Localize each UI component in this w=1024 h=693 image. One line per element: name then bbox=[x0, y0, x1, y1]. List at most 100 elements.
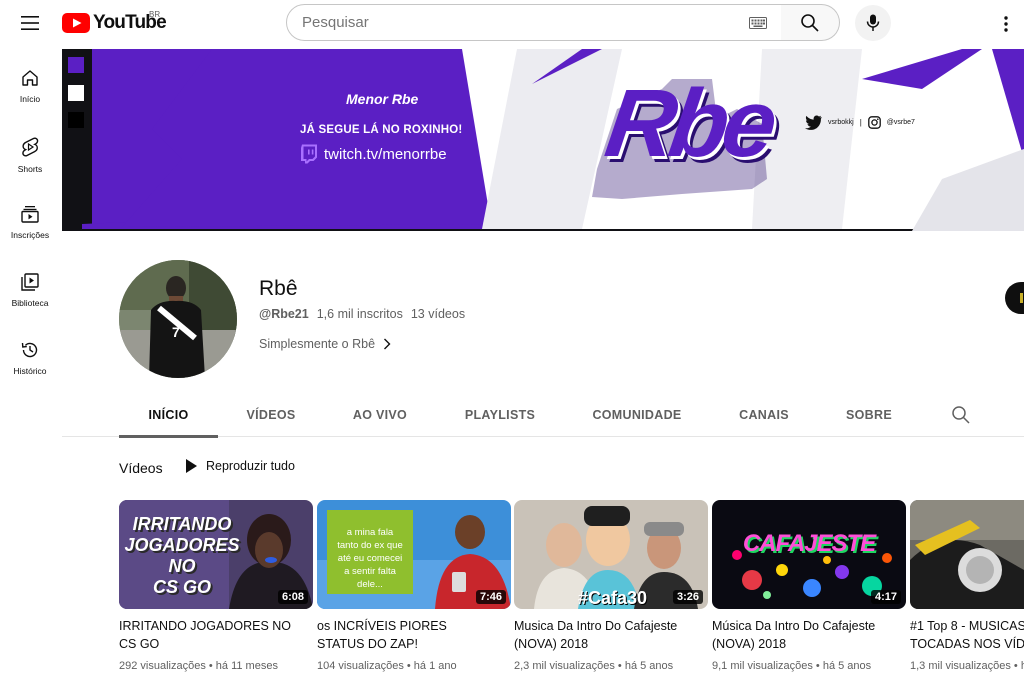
sidebar-item-label: Shorts bbox=[17, 164, 43, 174]
library-icon bbox=[21, 273, 39, 291]
sidebar-item-shorts[interactable]: Shorts bbox=[0, 124, 60, 192]
banner-twitter-handle: vsrbokkj bbox=[828, 119, 854, 126]
banner-big-logo: Rbe bbox=[599, 70, 778, 177]
subscriber-count: 1,6 mil inscritos bbox=[316, 307, 403, 321]
tab-community[interactable]: COMUNIDADE bbox=[582, 393, 692, 437]
video-card[interactable]: #Cafa30 3:26 Musica Da Intro Do Cafajest… bbox=[514, 500, 708, 672]
video-duration: 7:46 bbox=[475, 590, 506, 604]
search-icon bbox=[801, 13, 819, 32]
more-vertical-icon bbox=[1004, 16, 1008, 32]
tab-home[interactable]: INÍCIO bbox=[119, 393, 218, 438]
search-box bbox=[286, 4, 782, 41]
thumbnail-caption: #Cafa30 bbox=[578, 588, 648, 608]
play-all-button[interactable]: Reproduzir tudo bbox=[184, 458, 295, 474]
thumbnail-caption-line: a mina fala bbox=[346, 527, 394, 538]
tab-channels[interactable]: CANAIS bbox=[726, 393, 802, 437]
channel-meta: @Rbe21 1,6 mil inscritos 13 vídeos bbox=[259, 307, 465, 321]
video-card[interactable]: CAFAJESTE 4:17 Música Da Intro Do Cafaje… bbox=[712, 500, 906, 672]
channel-handle: @Rbe21 bbox=[259, 307, 309, 321]
video-thumbnail[interactable]: a mina fala tanto do ex que até eu comec… bbox=[317, 500, 511, 609]
twitter-icon bbox=[805, 115, 822, 130]
channel-tabs: INÍCIO VÍDEOS AO VIVO PLAYLISTS COMUNIDA… bbox=[62, 393, 1024, 438]
search-input[interactable] bbox=[302, 14, 742, 31]
sidebar-item-library[interactable]: Biblioteca bbox=[0, 260, 60, 328]
channel-banner: Menor Rbe JÁ SEGUE LÁ NO ROXINHO! twitch… bbox=[62, 49, 1024, 231]
channel-name: Rbê bbox=[259, 277, 298, 300]
banner-separator: | bbox=[859, 118, 862, 127]
video-meta: 292 visualizações • há 11 meses bbox=[119, 660, 278, 672]
video-thumbnail[interactable] bbox=[910, 500, 1024, 609]
mini-guide: Início Shorts Inscrições Biblioteca Hist… bbox=[0, 56, 60, 396]
shorts-icon bbox=[22, 137, 39, 157]
channel-description-link[interactable]: Simplesmente o Rbê bbox=[259, 337, 391, 351]
guide-menu-button[interactable] bbox=[14, 8, 46, 38]
search-button[interactable] bbox=[781, 4, 840, 41]
video-title[interactable]: Música Da Intro Do Cafajeste (NOVA) 2018 bbox=[712, 617, 906, 653]
channel-search-icon[interactable] bbox=[951, 405, 971, 425]
tab-playlists[interactable]: PLAYLISTS bbox=[452, 393, 548, 437]
keyboard-icon[interactable] bbox=[749, 17, 767, 29]
sidebar-item-label: Histórico bbox=[13, 366, 47, 376]
video-thumbnail[interactable]: IRRITANDO JOGADORES NO CS GO 6:08 bbox=[119, 500, 313, 609]
sidebar-item-subscriptions[interactable]: Inscrições bbox=[0, 192, 60, 260]
section-title: Vídeos bbox=[119, 460, 163, 476]
subscribe-button-edge bbox=[1020, 293, 1023, 303]
tab-about[interactable]: SOBRE bbox=[835, 393, 903, 437]
play-all-label: Reproduzir tudo bbox=[206, 459, 295, 473]
country-code: BR bbox=[149, 10, 161, 19]
masthead: YouTube BR bbox=[0, 0, 1024, 46]
sidebar-item-label: Biblioteca bbox=[11, 298, 49, 308]
sidebar-item-home[interactable]: Início bbox=[0, 56, 60, 124]
video-title[interactable]: #1 Top 8 - MUSICAS TOCADAS NOS VÍDE bbox=[910, 617, 1024, 653]
banner-twitch-link: twitch.tv/menorrbe bbox=[300, 144, 447, 164]
subscriptions-icon bbox=[21, 206, 39, 223]
video-duration: 4:17 bbox=[870, 590, 901, 604]
svg-text:7: 7 bbox=[172, 324, 180, 340]
play-icon bbox=[186, 459, 197, 473]
video-card[interactable]: #1 Top 8 - MUSICAS TOCADAS NOS VÍDE 1,3 … bbox=[910, 500, 1024, 672]
thumbnail-caption-line: a sentir falta bbox=[344, 566, 396, 577]
video-duration: 3:26 bbox=[672, 590, 703, 604]
voice-search-button[interactable] bbox=[855, 5, 891, 41]
thumbnail-caption-line: tanto do ex que bbox=[337, 540, 403, 551]
channel-description: Simplesmente o Rbê bbox=[259, 337, 376, 351]
thumbnail-caption-line: NO bbox=[168, 556, 196, 576]
thumbnail-caption-line: dele... bbox=[357, 579, 383, 590]
tab-videos[interactable]: VÍDEOS bbox=[232, 393, 310, 437]
video-meta: 104 visualizações • há 1 ano bbox=[317, 660, 457, 672]
video-thumbnail[interactable]: #Cafa30 3:26 bbox=[514, 500, 708, 609]
thumbnail-caption: IRRITANDO JOGADORES NO CS GO bbox=[123, 514, 241, 598]
subscribe-button[interactable] bbox=[1005, 282, 1024, 314]
thumbnail-caption-line: CS GO bbox=[152, 577, 211, 597]
video-card[interactable]: IRRITANDO JOGADORES NO CS GO 6:08 IRRITA… bbox=[119, 500, 313, 672]
video-title[interactable]: IRRITANDO JOGADORES NO CS GO bbox=[119, 617, 313, 653]
channel-avatar[interactable]: 7 bbox=[119, 260, 237, 378]
twitch-icon bbox=[301, 144, 317, 164]
settings-more-button[interactable] bbox=[994, 12, 1018, 36]
video-meta: 1,3 mil visualizações • há 5 bbox=[910, 660, 1024, 672]
video-card[interactable]: a mina fala tanto do ex que até eu comec… bbox=[317, 500, 511, 672]
youtube-play-logo-icon bbox=[62, 13, 90, 33]
thumbnail-caption: a mina fala tanto do ex que até eu comec… bbox=[327, 526, 413, 591]
microphone-icon bbox=[866, 14, 880, 31]
tab-live[interactable]: AO VIVO bbox=[339, 393, 421, 437]
thumbnail-caption: CAFAJESTE bbox=[742, 530, 876, 557]
thumbnail-image bbox=[910, 500, 1024, 609]
video-title[interactable]: os INCRÍVEIS PIORES STATUS DO ZAP! bbox=[317, 617, 511, 653]
thumbnail-caption-line: até eu comecei bbox=[337, 553, 403, 564]
video-meta: 9,1 mil visualizações • há 5 anos bbox=[712, 660, 872, 672]
banner-tagline: Menor Rbe bbox=[346, 91, 419, 107]
video-thumbnail[interactable]: CAFAJESTE 4:17 bbox=[712, 500, 906, 609]
video-count: 13 vídeos bbox=[410, 307, 466, 321]
home-icon bbox=[22, 70, 38, 86]
video-title[interactable]: Musica Da Intro Do Cafajeste (NOVA) 2018 bbox=[514, 617, 708, 653]
instagram-icon bbox=[867, 116, 881, 129]
hamburger-icon bbox=[21, 16, 39, 30]
sidebar-item-history[interactable]: Histórico bbox=[0, 328, 60, 396]
chevron-right-icon bbox=[384, 338, 391, 350]
avatar-photo: 7 bbox=[119, 260, 237, 378]
banner-social-links: vsrbokkj | @vsrbe7 bbox=[804, 115, 915, 130]
banner-artwork bbox=[62, 49, 1024, 231]
banner-twitch-url: twitch.tv/menorrbe bbox=[324, 145, 447, 163]
video-duration: 6:08 bbox=[277, 590, 308, 604]
